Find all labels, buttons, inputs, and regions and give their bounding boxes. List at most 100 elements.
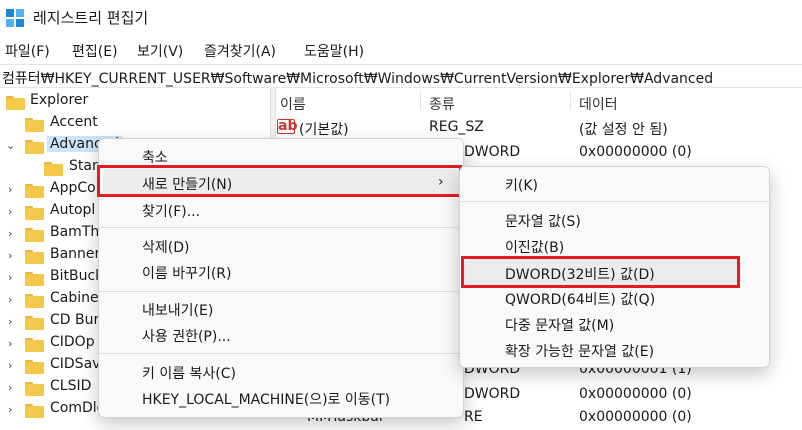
list-header: 이름 종류 데이터 <box>277 88 802 114</box>
tree-item-label: Explorer <box>30 92 89 108</box>
chevron-down-icon[interactable]: ⌄ <box>6 139 18 152</box>
menu-item-copy-key-name[interactable]: 키 이름 복사(C) <box>99 359 465 385</box>
value-data: 0x00000000 (0) <box>579 144 692 160</box>
menu-item-label: 축소 <box>142 150 168 166</box>
menu-item-label: 키 이름 복사(C) <box>142 366 236 382</box>
menu-item-label: 문자열 값(S) <box>505 214 581 230</box>
column-divider[interactable] <box>570 92 571 110</box>
folder-icon <box>25 206 44 220</box>
value-type: RE <box>464 409 483 425</box>
menu-item-label: 사용 권한(P)... <box>142 329 231 345</box>
tree-item-label: CIDOp <box>50 334 95 350</box>
column-header-type[interactable]: 종류 <box>429 94 455 114</box>
highlight-box-dword <box>461 256 740 288</box>
menu-item-rename[interactable]: 이름 바꾸기(R) <box>99 259 465 285</box>
folder-icon <box>44 162 63 176</box>
folder-icon <box>25 382 44 396</box>
submenu-item-key[interactable]: 키(K) <box>460 171 771 197</box>
address-path[interactable]: 컴퓨터₩HKEY_CURRENT_USER₩Software₩Microsoft… <box>2 68 713 88</box>
chevron-right-icon[interactable]: › <box>8 183 20 196</box>
chevron-right-icon[interactable]: › <box>8 205 20 218</box>
string-value-icon: ab <box>277 118 298 134</box>
menu-bar: 파일(F) 편집(E) 보기(V) 즐겨찾기(A) 도움말(H) <box>0 37 802 63</box>
menu-item-label: 이름 바꾸기(R) <box>142 266 232 282</box>
menu-file[interactable]: 파일(F) <box>5 41 50 61</box>
folder-icon <box>25 404 44 418</box>
folder-icon <box>6 96 25 110</box>
value-data: 0x00000000 (0) <box>579 386 692 402</box>
menu-item-export[interactable]: 내보내기(E) <box>99 296 465 322</box>
tree-item-label: BamTh <box>50 224 100 240</box>
value-data: 0x00000000 (0) <box>579 409 692 425</box>
folder-icon <box>25 294 44 308</box>
tree-item-label: Accent <box>50 114 98 130</box>
menu-item-label: 키(K) <box>505 178 538 194</box>
chevron-right-icon[interactable]: › <box>8 381 20 394</box>
value-type: DWORD <box>464 144 521 160</box>
value-type: DWORD <box>464 386 521 402</box>
tree-item-label: CD Bur <box>50 312 100 328</box>
menu-item-permissions[interactable]: 사용 권한(P)... <box>99 322 465 348</box>
menu-separator <box>99 227 465 228</box>
menu-item-label: 확장 가능한 문자열 값(E) <box>505 344 655 360</box>
folder-icon <box>25 250 44 264</box>
submenu-item-expandable-string-value[interactable]: 확장 가능한 문자열 값(E) <box>460 337 771 363</box>
chevron-right-icon[interactable]: › <box>8 293 20 306</box>
tree-item-label: CLSID <box>50 378 92 394</box>
chevron-right-icon[interactable]: › <box>8 271 20 284</box>
menu-item-label: 삭제(D) <box>142 240 190 256</box>
menu-help[interactable]: 도움말(H) <box>304 41 364 61</box>
registry-icon <box>6 9 24 27</box>
tree-item-label: Banner <box>50 246 101 262</box>
title-bar: 레지스트리 편집기 <box>0 0 802 36</box>
address-bar[interactable]: 컴퓨터₩HKEY_CURRENT_USER₩Software₩Microsoft… <box>0 64 802 88</box>
folder-icon <box>25 140 44 154</box>
window-title: 레지스트리 편집기 <box>33 9 149 27</box>
submenu-item-qword-value[interactable]: QWORD(64비트) 값(Q) <box>460 285 771 311</box>
chevron-right-icon[interactable]: › <box>8 359 20 372</box>
chevron-right-icon[interactable]: › <box>8 315 20 328</box>
tree-item-explorer[interactable]: Explorer <box>0 92 270 114</box>
menu-item-label: 다중 문자열 값(M) <box>505 318 615 334</box>
value-data: (값 설정 안 됨) <box>579 122 668 138</box>
column-header-data[interactable]: 데이터 <box>579 94 618 114</box>
chevron-right-icon[interactable]: › <box>8 403 20 416</box>
chevron-right-icon[interactable]: › <box>8 249 20 262</box>
menu-item-label: 찾기(F)... <box>142 204 201 220</box>
menu-item-find[interactable]: 찾기(F)... <box>99 197 465 223</box>
submenu-item-multi-string-value[interactable]: 다중 문자열 값(M) <box>460 311 771 337</box>
highlight-box-new <box>97 165 462 197</box>
submenu-item-string-value[interactable]: 문자열 값(S) <box>460 207 771 233</box>
folder-icon <box>25 184 44 198</box>
menu-separator <box>99 353 465 354</box>
tree-item-label: CIDSav <box>50 356 101 372</box>
tree-item-label: Cabine <box>50 290 99 306</box>
tree-item-label: BitBuck <box>50 268 104 284</box>
value-row[interactable]: ab (기본값) REG_SZ (값 설정 안 됨) <box>277 116 802 140</box>
value-name: (기본값) <box>299 122 349 138</box>
menu-separator <box>460 201 771 202</box>
folder-icon <box>25 228 44 242</box>
column-divider[interactable] <box>420 92 421 110</box>
column-header-name[interactable]: 이름 <box>280 94 306 114</box>
menu-item-label: QWORD(64비트) 값(Q) <box>505 292 656 308</box>
folder-icon <box>25 118 44 132</box>
tree-item-accent[interactable]: Accent <box>0 114 270 136</box>
menu-item-label: 이진값(B) <box>505 240 565 256</box>
menu-edit[interactable]: 편집(E) <box>72 41 118 61</box>
chevron-right-icon[interactable]: › <box>8 337 20 350</box>
tree-item-label: Autopl <box>50 202 96 218</box>
menu-separator <box>99 291 465 292</box>
menu-view[interactable]: 보기(V) <box>137 41 183 61</box>
menu-item-delete[interactable]: 삭제(D) <box>99 233 465 259</box>
tree-item-label: AppCo <box>50 180 96 196</box>
folder-icon <box>25 272 44 286</box>
menu-item-label: 내보내기(E) <box>142 303 214 319</box>
menu-item-goto-hklm[interactable]: HKEY_LOCAL_MACHINE(으)로 이동(T) <box>99 385 465 411</box>
folder-icon <box>25 316 44 330</box>
folder-icon <box>25 338 44 352</box>
menu-favorites[interactable]: 즐겨찾기(A) <box>204 41 276 61</box>
chevron-right-icon[interactable]: › <box>8 227 20 240</box>
value-type: REG_SZ <box>429 119 484 135</box>
folder-icon <box>25 360 44 374</box>
